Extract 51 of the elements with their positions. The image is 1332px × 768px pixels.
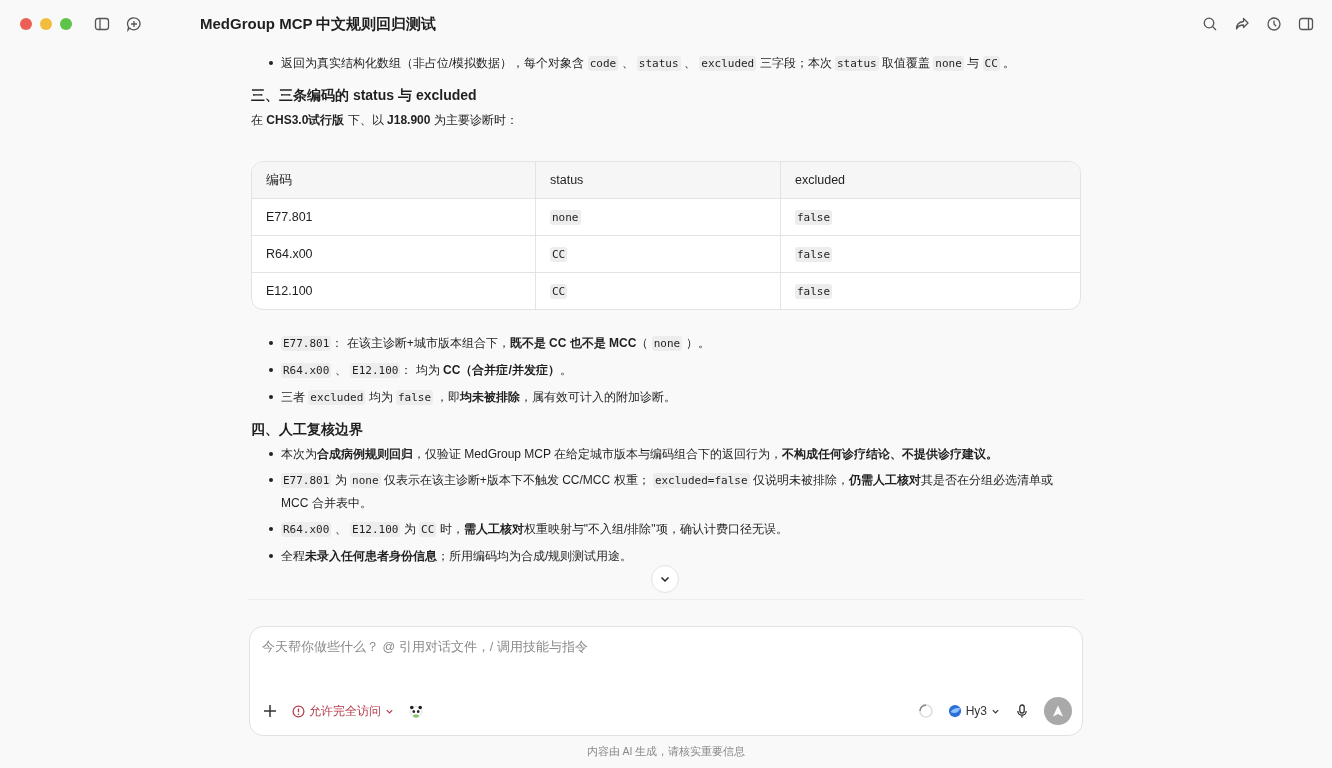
bullet-icon <box>269 61 273 65</box>
bullet-icon <box>269 452 273 456</box>
model-selector[interactable]: Hy3 <box>947 704 1000 718</box>
table-cell: false <box>781 236 1080 273</box>
column-header: excluded <box>781 162 1080 199</box>
warning-icon <box>292 704 305 718</box>
bullet-icon <box>269 554 273 558</box>
search-icon[interactable] <box>1202 16 1218 32</box>
plus-icon[interactable] <box>262 703 278 719</box>
window-title: MedGroup MCP 中文规则回归测试 <box>200 14 437 34</box>
bullet-icon <box>269 395 273 399</box>
share-icon[interactable] <box>1234 16 1250 32</box>
new-chat-icon[interactable] <box>126 16 142 32</box>
panda-icon[interactable] <box>408 703 424 719</box>
globe-icon <box>947 704 962 718</box>
history-icon[interactable] <box>1266 16 1282 32</box>
sidebar-icon[interactable] <box>94 16 110 32</box>
section-heading: 四、人工复核边界 <box>251 421 364 439</box>
table-cell: E12.100 <box>252 273 536 309</box>
list-item-text: 本次为合成病例规则回归，仅验证 MedGroup MCP 在给定城市版本与编码组合下的返回行为，不构成任何诊疗结论、不提供诊疗建议。 <box>281 446 999 463</box>
list-item-text: E77.801 ： 在该主诊断+城市版本组合下，既不是 CC 也不是 MCC（ none ）。 <box>281 335 710 353</box>
list-item-text: 三者 excluded 均为 false ，即均未被排除，属有效可计入的附加诊断。 <box>281 389 677 407</box>
paragraph: 在 CHS3.0试行版 下、以 J18.900 为主要诊断时： <box>251 112 519 129</box>
list-item-text: 返回为真实结构化数组（非占位/模拟数据），每个对象含 code 、 status 、 excluded 三字段；本次 status 取值覆盖 none 与 CC 。 <box>281 55 1016 73</box>
table-cell: none <box>536 199 781 236</box>
loading-spinner-icon <box>917 703 934 719</box>
list-item-text: 全程未录入任何患者身份信息；所用编码均为合成/规则测试用途。 <box>281 548 633 565</box>
bullet-icon <box>269 341 273 345</box>
access-dropdown[interactable]: 允许完全访问 <box>292 702 394 720</box>
section-heading: 三、三条编码的 status 与 excluded <box>251 87 478 105</box>
table-cell: CC <box>536 236 781 273</box>
scroll-down-button[interactable] <box>651 565 679 593</box>
list-item-text: E77.801 为 none 仅表示在该主诊断+版本下不触发 CC/MCC 权重； excluded=false 仅说明未被排除，仍需人工核对其是否在分组必选清单或 MCC 合并表中。 <box>281 472 1054 512</box>
table-cell: CC <box>536 273 781 309</box>
table-cell: R64.x00 <box>252 236 536 273</box>
list-item-text: R64.x00 、 E12.100 ： 均为 CC（合并症/并发症）。 <box>281 362 572 380</box>
bullet-icon <box>269 368 273 372</box>
column-header: status <box>536 162 781 199</box>
column-header: 编码 <box>252 162 536 199</box>
list-item-text: R64.x00 、 E12.100 为 CC 时，需人工核对权重映射与"不入组/排除"项，确认计费口径无误。 <box>281 521 788 539</box>
disclaimer-text: 内容由 AI 生成，请核实重要信息 <box>585 745 747 759</box>
input-placeholder: 今天帮你做些什么？ @ 引用对话文件，/ 调用技能与指令 <box>262 639 589 656</box>
bullet-icon <box>269 527 273 531</box>
bullet-icon <box>269 478 273 482</box>
microphone-icon[interactable] <box>1014 703 1030 719</box>
table-cell: false <box>781 199 1080 236</box>
table-cell-text: false <box>794 283 834 301</box>
table-cell: E77.801 <box>252 199 536 236</box>
chat-input[interactable]: 今天帮你做些什么？ @ 引用对话文件，/ 调用技能与指令 允许完全访问 Hy3 <box>249 626 1083 736</box>
close-button[interactable] <box>20 18 32 30</box>
panel-icon[interactable] <box>1298 16 1314 32</box>
